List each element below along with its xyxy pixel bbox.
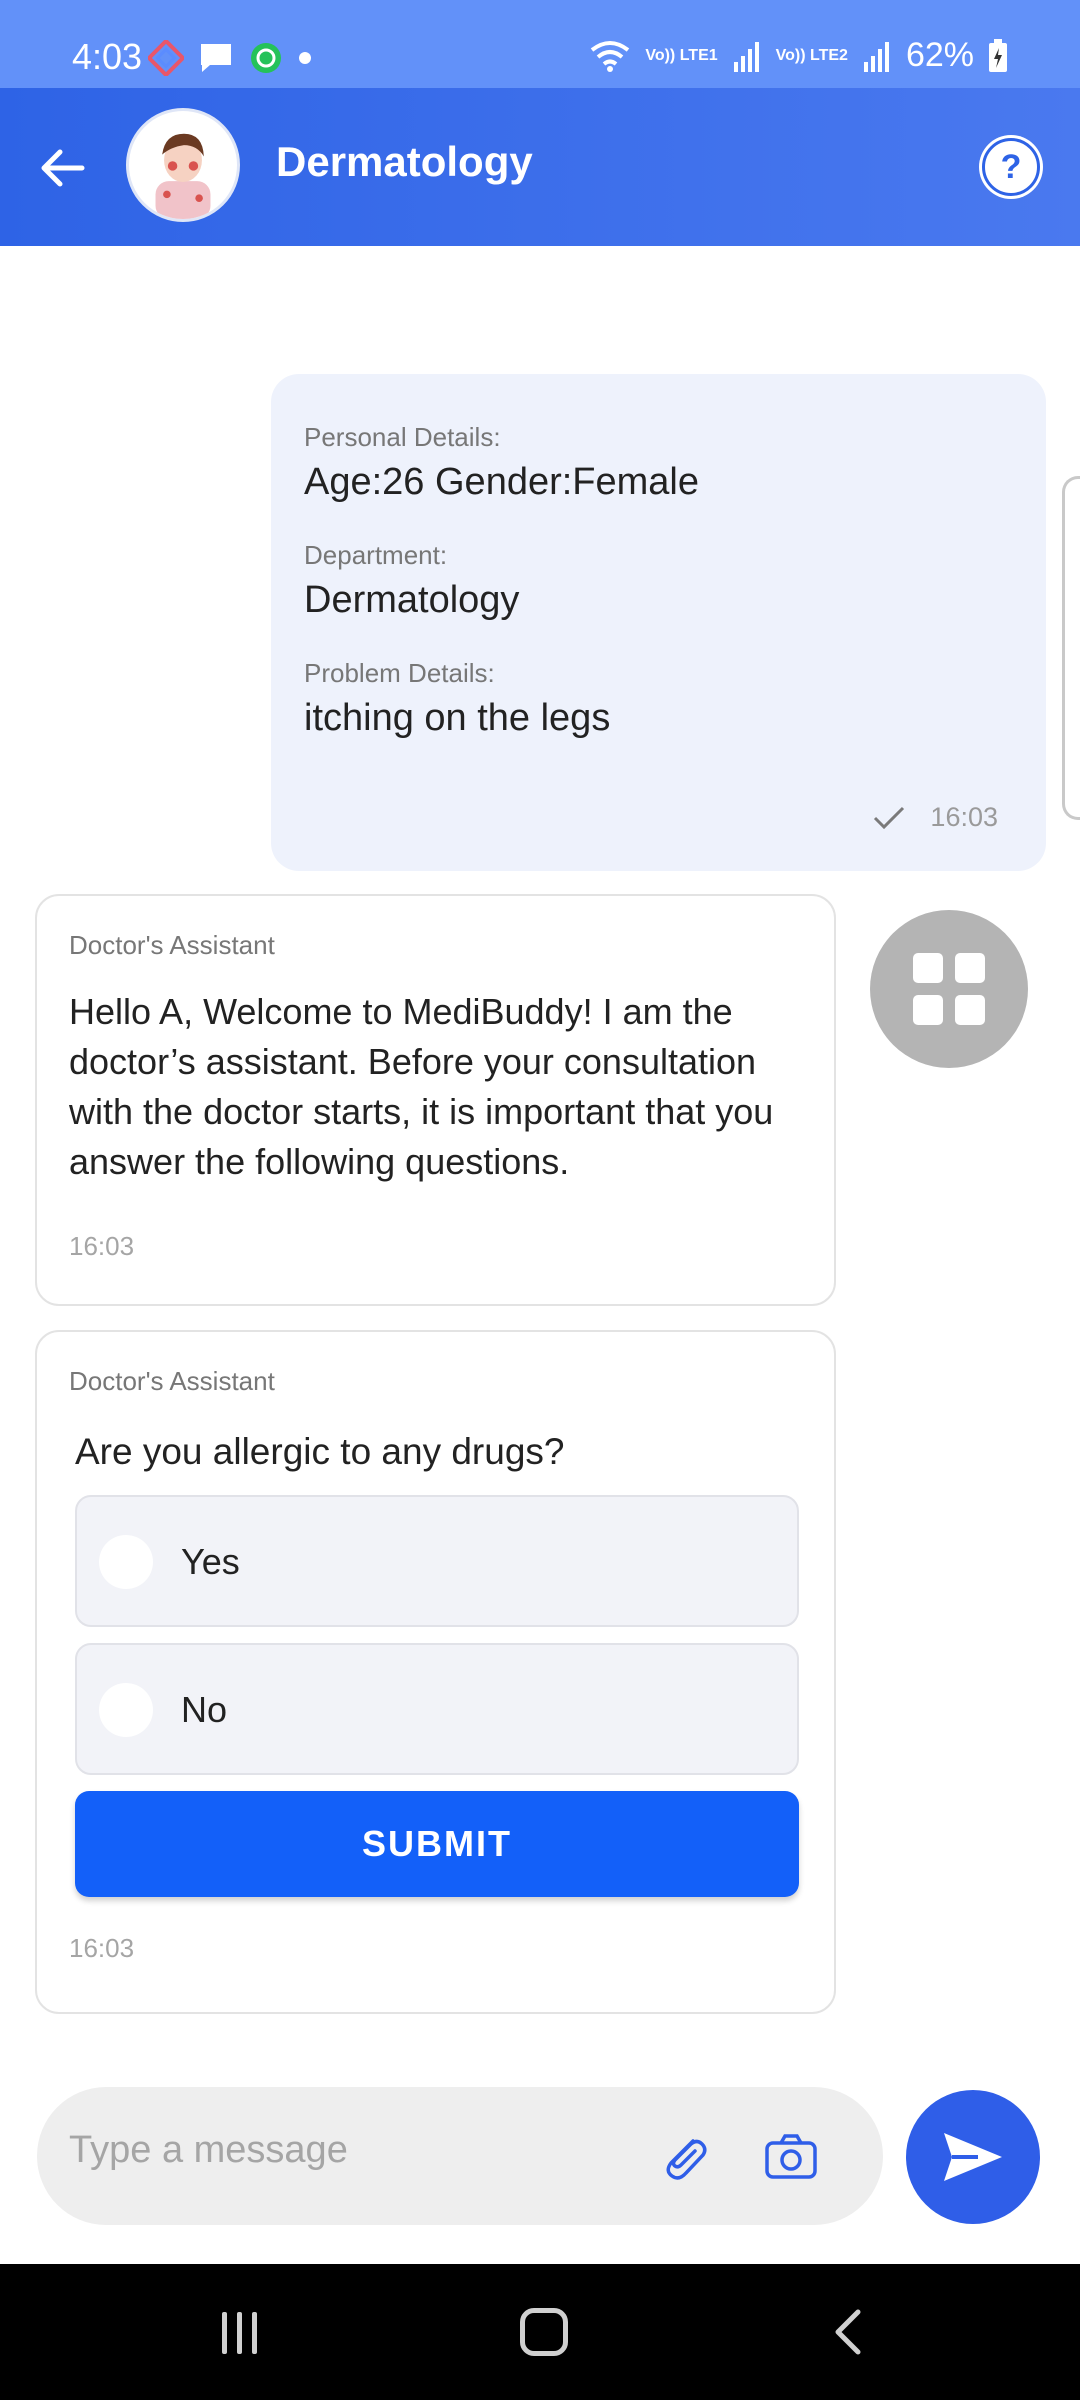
grid-icon-cell xyxy=(955,995,985,1025)
system-back-icon[interactable] xyxy=(828,2308,868,2356)
send-icon xyxy=(944,2133,1002,2181)
battery-icon xyxy=(989,38,1007,72)
option-yes[interactable]: Yes xyxy=(75,1495,799,1627)
user-message-bubble: Personal Details: Age:26 Gender:Female D… xyxy=(271,374,1046,871)
dot-icon xyxy=(299,52,311,64)
wifi-icon xyxy=(591,40,630,72)
assistant-message-card: Doctor's Assistant Hello A, Welcome to M… xyxy=(35,894,836,1306)
question-text: Are you allergic to any drugs? xyxy=(75,1431,565,1472)
question-card: Doctor's Assistant Are you allergic to a… xyxy=(35,1330,836,2014)
option-label: Yes xyxy=(181,1541,240,1582)
message-composer xyxy=(37,2087,883,2225)
side-drawer-handle[interactable] xyxy=(1062,476,1080,820)
message-time: 16:03 xyxy=(69,1231,135,1261)
problem-details-value: itching on the legs xyxy=(304,697,611,739)
option-no[interactable]: No xyxy=(75,1643,799,1775)
message-time: 16:03 xyxy=(69,1933,135,1963)
recents-icon[interactable] xyxy=(222,2312,266,2354)
sender-name: Doctor's Assistant xyxy=(69,930,275,960)
help-button[interactable]: ? xyxy=(982,138,1040,196)
back-arrow-icon[interactable] xyxy=(36,140,92,196)
battery-percent: 62% xyxy=(905,36,974,74)
system-nav-bar xyxy=(0,2264,1080,2400)
whatsapp-notification-icon xyxy=(251,43,281,73)
assistant-message-text: Hello A, Welcome to MediBuddy! I am the … xyxy=(69,991,774,1182)
home-icon[interactable] xyxy=(520,2308,568,2356)
personal-details-value: Age:26 Gender:Female xyxy=(304,461,700,503)
status-time: 4:03 xyxy=(72,36,143,77)
sim2-label: Vo)) LTE2 xyxy=(775,46,848,64)
submit-button[interactable]: SUBMIT xyxy=(75,1791,799,1897)
problem-details-label: Problem Details: xyxy=(304,658,495,688)
message-meta: 16:03 xyxy=(872,802,998,833)
grid-icon-cell xyxy=(913,995,943,1025)
doctor-avatar xyxy=(126,108,240,222)
sender-name: Doctor's Assistant xyxy=(69,1366,275,1396)
page-title: Dermatology xyxy=(276,138,533,185)
notification-icons xyxy=(148,40,312,76)
personal-details-label: Personal Details: xyxy=(304,422,501,452)
app-notification-icon xyxy=(148,40,184,76)
department-value: Dermatology xyxy=(304,579,520,621)
camera-icon[interactable] xyxy=(761,2127,821,2187)
status-right: Vo)) LTE1 Vo)) LTE2 62% xyxy=(589,36,1008,75)
signal-icon xyxy=(733,41,759,72)
message-input[interactable] xyxy=(69,2129,629,2172)
sim1-label: Vo)) LTE1 xyxy=(645,46,718,64)
message-time: 16:03 xyxy=(930,802,998,832)
grid-menu-button[interactable] xyxy=(870,910,1028,1068)
radio-button[interactable] xyxy=(99,1535,153,1589)
chat-header: Dermatology ? xyxy=(0,88,1080,246)
sent-check-icon xyxy=(874,806,905,829)
message-notification-icon xyxy=(201,44,231,72)
department-label: Department: xyxy=(304,540,448,570)
status-bar: 4:03 Vo)) LTE1 Vo)) LTE2 62% xyxy=(0,0,1080,88)
grid-icon-cell xyxy=(955,953,985,983)
paperclip-icon[interactable] xyxy=(655,2127,715,2187)
send-button[interactable] xyxy=(906,2090,1040,2224)
signal-icon-2 xyxy=(863,41,889,72)
option-label: No xyxy=(181,1689,228,1730)
radio-button[interactable] xyxy=(99,1683,153,1737)
grid-icon xyxy=(913,953,943,983)
